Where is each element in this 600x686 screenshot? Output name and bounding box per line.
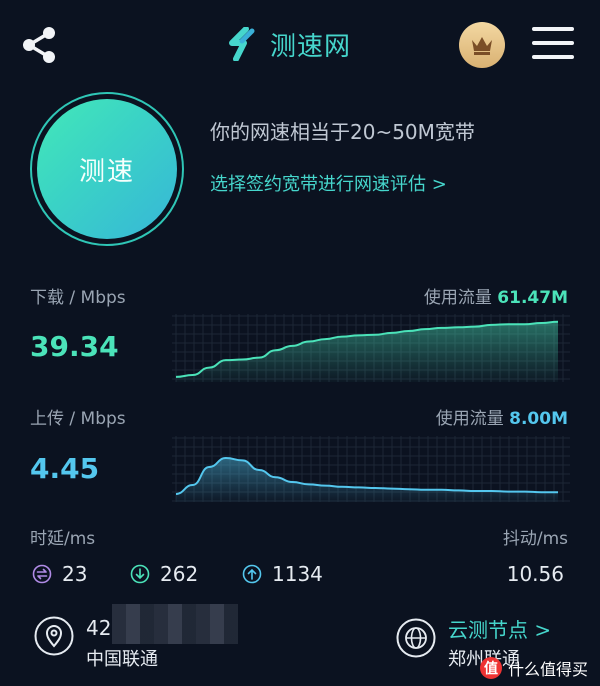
bandwidth-estimate: 你的网速相当于20~50M宽带 [210,120,475,144]
download-latency: 262 [130,562,198,586]
download-label: 下载 / Mbps [30,288,126,308]
idle-latency: 23 [32,562,87,586]
share-icon[interactable] [20,25,60,65]
upload-traffic-label: 使用流量 [435,409,504,429]
upload-label: 上传 / Mbps [30,409,126,429]
test-node-link[interactable]: 云测节点 > [448,614,551,643]
menu-icon[interactable] [532,27,574,61]
download-traffic-value: 61.47M [497,288,568,308]
download-speed-value: 39.34 [30,330,119,363]
latency-label: 时延/ms [30,529,96,549]
download-speed-chart [172,314,570,382]
location-icon [34,616,74,656]
client-isp: 中国联通 [86,649,158,670]
speed-test-label: 测速 [78,156,135,187]
vip-button[interactable] [459,22,505,68]
watermark: 值 什么值得买 [479,656,588,680]
arrow-up-icon [242,564,262,584]
download-traffic-label: 使用流量 [423,288,492,308]
speed-test-ring: 测速 [30,92,184,246]
upload-speed-chart [172,436,570,502]
upload-speed-value: 4.45 [30,452,100,485]
download-traffic: 使用流量 61.47M [424,283,568,308]
crown-icon [472,37,492,55]
client-ip: 42 [86,616,112,640]
speed-logo-icon [229,27,255,61]
jitter-label: 抖动/ms [502,529,568,549]
upload-latency: 1134 [242,562,323,586]
idle-latency-value: 23 [62,562,88,586]
upload-traffic: 使用流量 8.00M [436,404,568,429]
bandwidth-evaluate-link[interactable]: 选择签约宽带进行网速评估 > [210,170,447,196]
app-logo: 测速网 [226,26,351,62]
ip-redaction [112,604,238,644]
upload-latency-value: 1134 [272,562,323,586]
arrow-down-icon [130,564,150,584]
jitter-value: 10.56 [506,562,564,586]
idle-latency-icon [32,564,52,584]
app-title: 测速网 [270,31,352,62]
upload-traffic-value: 8.00M [509,409,568,429]
download-latency-value: 262 [160,562,199,586]
watermark-badge: 值 [479,657,502,679]
start-speed-test-button[interactable]: 测速 [37,99,177,239]
globe-icon [396,618,436,658]
watermark-text: 什么值得买 [507,660,588,679]
